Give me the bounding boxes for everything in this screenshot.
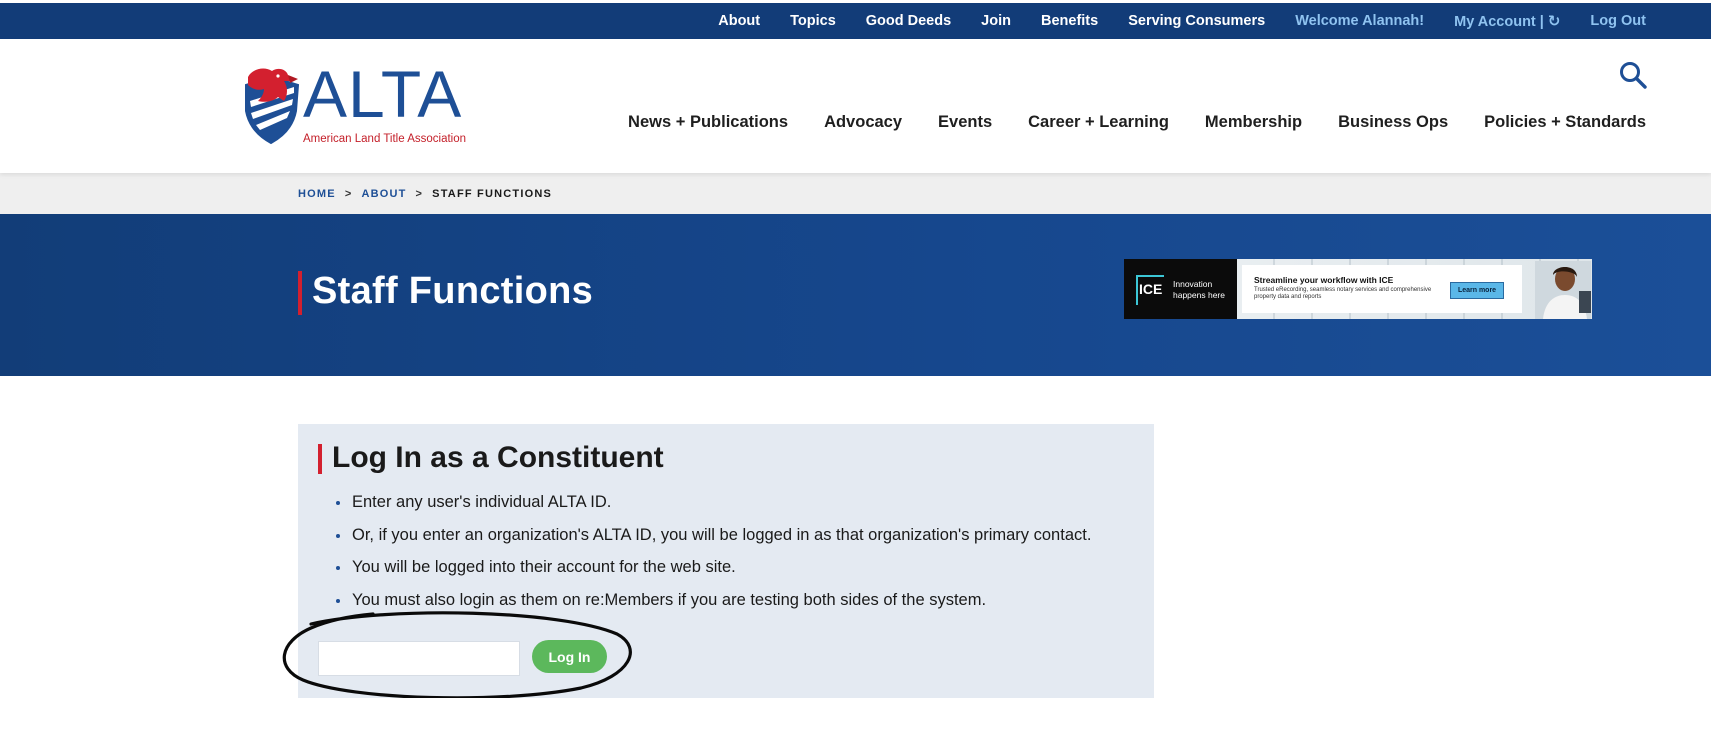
title-accent-bar xyxy=(298,271,302,315)
refresh-icon[interactable]: ↻ xyxy=(1548,13,1561,30)
main-nav: News + Publications Advocacy Events Care… xyxy=(592,113,1646,132)
breadcrumb-about[interactable]: ABOUT xyxy=(361,188,406,200)
ad-logo-text: ICE xyxy=(1139,281,1163,297)
ad-headline: Streamline your workflow with ICE xyxy=(1254,275,1394,285)
breadcrumb-bar: HOME > ABOUT > STAFF FUNCTIONS xyxy=(0,173,1711,214)
utility-bar: About Topics Good Deeds Join Benefits Se… xyxy=(0,3,1711,39)
nav-events[interactable]: Events xyxy=(938,113,992,132)
instruction-item: Enter any user's individual ALTA ID. xyxy=(314,492,1091,525)
instruction-item: You will be logged into their account fo… xyxy=(314,557,1091,590)
page-title: Staff Functions xyxy=(312,270,594,312)
my-account-label: My Account | xyxy=(1454,14,1544,30)
utility-link-topics[interactable]: Topics xyxy=(790,13,836,29)
log-out-link[interactable]: Log Out xyxy=(1590,13,1646,29)
my-account-link[interactable]: My Account | ↻ xyxy=(1454,12,1560,30)
constituent-login-panel: Log In as a Constituent Enter any user's… xyxy=(298,424,1154,698)
instruction-item: You must also login as them on re:Member… xyxy=(314,590,1091,623)
page-hero: Staff Functions ICE Innovation happens h… xyxy=(0,214,1711,376)
breadcrumb: HOME > ABOUT > STAFF FUNCTIONS xyxy=(298,188,552,200)
ad-subtext: Trusted eRecording, seamless notary serv… xyxy=(1254,287,1432,300)
logo-wordmark: ALTA xyxy=(303,57,463,131)
welcome-message: Welcome Alannah! xyxy=(1295,13,1425,29)
ad-brand-panel: ICE Innovation happens here xyxy=(1124,259,1237,319)
utility-nav: About Topics Good Deeds Join Benefits Se… xyxy=(688,3,1646,39)
breadcrumb-current: STAFF FUNCTIONS xyxy=(432,188,553,200)
utility-link-benefits[interactable]: Benefits xyxy=(1041,13,1098,29)
ad-tagline: Innovation happens here xyxy=(1173,279,1225,300)
nav-advocacy[interactable]: Advocacy xyxy=(824,113,902,132)
utility-link-join[interactable]: Join xyxy=(981,13,1011,29)
log-in-button[interactable]: Log In xyxy=(532,640,607,673)
search-icon[interactable] xyxy=(1619,61,1647,89)
breadcrumb-separator: > xyxy=(344,188,353,200)
ad-text-panel: Streamline your workflow with ICE Truste… xyxy=(1242,265,1522,313)
breadcrumb-home[interactable]: HOME xyxy=(298,188,336,200)
nav-news-publications[interactable]: News + Publications xyxy=(628,113,788,132)
alta-id-input[interactable] xyxy=(318,641,520,676)
ad-learn-more-button[interactable]: Learn more xyxy=(1450,282,1504,299)
nav-membership[interactable]: Membership xyxy=(1205,113,1302,132)
utility-link-good-deeds[interactable]: Good Deeds xyxy=(866,13,951,29)
utility-link-serving-consumers[interactable]: Serving Consumers xyxy=(1128,13,1265,29)
breadcrumb-separator: > xyxy=(415,188,424,200)
login-instructions: Enter any user's individual ALTA ID. Or,… xyxy=(314,492,1091,623)
nav-policies-standards[interactable]: Policies + Standards xyxy=(1484,113,1646,132)
site-header: ALTA American Land Title Association New… xyxy=(0,39,1711,173)
alta-logo[interactable]: ALTA American Land Title Association xyxy=(238,61,488,155)
ad-person-image xyxy=(1535,261,1591,319)
logo-tagline: American Land Title Association xyxy=(303,133,467,145)
ad-content-panel: Streamline your workflow with ICE Truste… xyxy=(1237,259,1592,319)
title-accent-bar xyxy=(318,444,322,474)
eagle-shield-icon xyxy=(245,68,300,145)
login-panel-title: Log In as a Constituent xyxy=(332,441,664,474)
instruction-item: Or, if you enter an organization's ALTA … xyxy=(314,525,1091,558)
utility-link-about[interactable]: About xyxy=(718,13,760,29)
ice-ad-banner[interactable]: ICE Innovation happens here Streamline y… xyxy=(1124,259,1592,319)
nav-career-learning[interactable]: Career + Learning xyxy=(1028,113,1169,132)
nav-business-ops[interactable]: Business Ops xyxy=(1338,113,1448,132)
